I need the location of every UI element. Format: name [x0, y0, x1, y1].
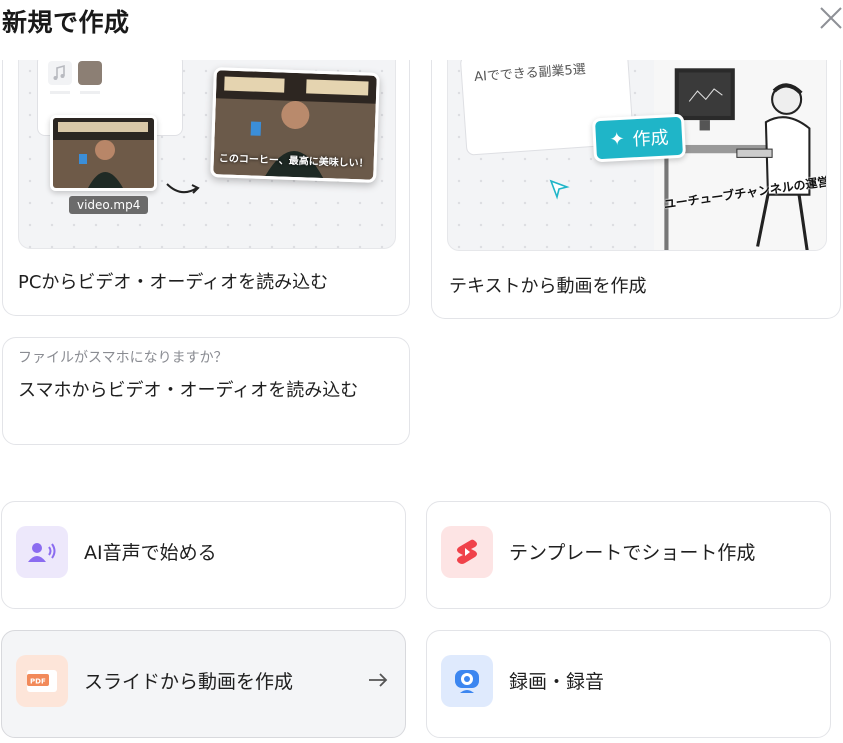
- ai-voice-icon: [16, 526, 68, 578]
- close-icon[interactable]: [818, 5, 843, 31]
- import-from-pc-label: PCからビデオ・オーディオを読み込む: [18, 272, 329, 293]
- record-label: 録画・録音: [509, 671, 605, 693]
- arrow-illustration: [166, 183, 200, 194]
- pdf-icon: PDF: [16, 655, 68, 707]
- text-to-video-card[interactable]: AIでできる副業5選 ✦ 作成 ユーチューブチャンネルの運営 テキストから動画を作…: [431, 60, 841, 319]
- template-short-label: テンプレートでショート作成: [509, 542, 756, 564]
- slide-to-video-option[interactable]: PDF スライドから動画を作成: [1, 630, 406, 738]
- ai-voice-option[interactable]: AI音声で始める: [1, 501, 406, 609]
- page-title: 新規で作成: [2, 8, 130, 37]
- shorts-icon: [441, 526, 493, 578]
- cursor-icon: [549, 179, 570, 200]
- import-from-phone-card[interactable]: ファイルがスマホになりますか？ スマホからビデオ・オーディオを読み込む: [2, 337, 410, 445]
- file-name-tag: video.mp4: [69, 196, 149, 214]
- import-from-phone-label: スマホからビデオ・オーディオを読み込む: [18, 380, 359, 401]
- video-thumbnail-small: [50, 115, 157, 191]
- arrow-right-icon: [369, 673, 388, 687]
- video-thumbnail-large: このコーヒー、最高に美味しい！: [210, 67, 380, 183]
- create-button-illustration: ✦ 作成: [591, 113, 687, 163]
- slide-to-video-label: スライドから動画を作成: [84, 671, 294, 693]
- pc-import-preview: このコーヒー、最高に美味しい！ video.mp4: [18, 60, 396, 249]
- svg-text:PDF: PDF: [30, 678, 46, 686]
- phone-hint-text: ファイルがスマホになりますか？: [18, 350, 228, 366]
- import-from-pc-card[interactable]: このコーヒー、最高に美味しい！ video.mp4 PCからビデオ・オーディオを…: [2, 60, 410, 316]
- template-short-option[interactable]: テンプレートでショート作成: [426, 501, 831, 609]
- webcam-icon: [441, 655, 493, 707]
- text-to-video-label: テキストから動画を作成: [449, 276, 647, 297]
- music-icon: [48, 61, 102, 94]
- text-to-video-preview: AIでできる副業5選 ✦ 作成 ユーチューブチャンネルの運営: [447, 60, 827, 251]
- record-option[interactable]: 録画・録音: [426, 630, 831, 738]
- ai-voice-label: AI音声で始める: [84, 542, 217, 564]
